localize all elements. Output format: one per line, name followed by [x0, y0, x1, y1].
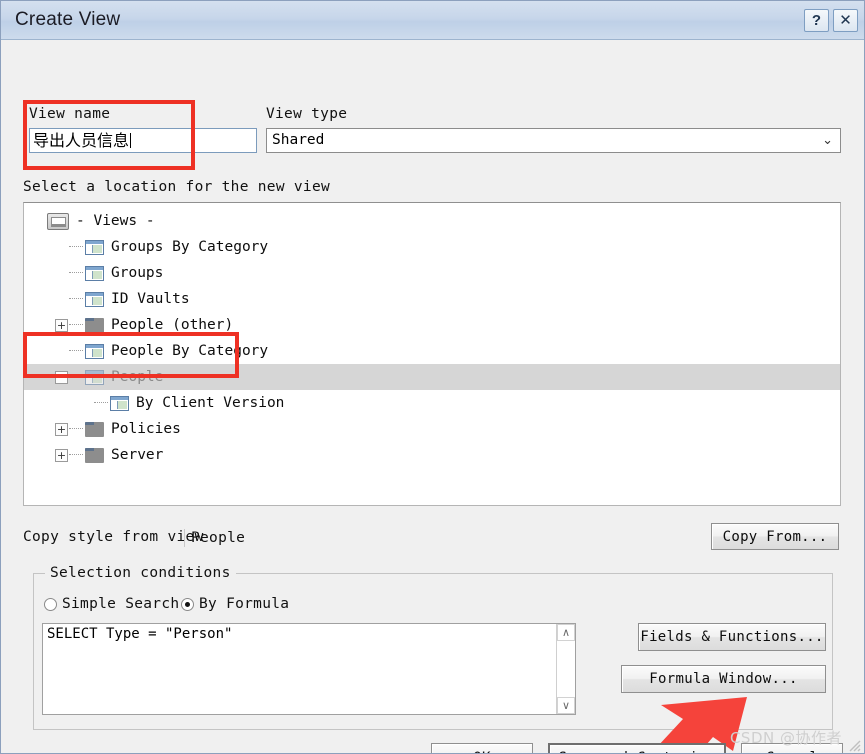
tree-connector	[94, 402, 108, 404]
tree-node-label: Groups	[111, 265, 164, 281]
copy-style-label: Copy style from view	[23, 529, 204, 545]
view-identity-row: View name 导出人员信息 View type Shared ⌄	[1, 40, 864, 170]
tree-node-label: ID Vaults	[111, 291, 190, 307]
tree-connector	[69, 324, 83, 326]
view-icon	[85, 343, 104, 359]
tree-node[interactable]: + Policies	[24, 416, 840, 442]
tree-node[interactable]: - Views -	[24, 208, 840, 234]
view-name-value: 导出人员信息	[33, 131, 130, 150]
folder-icon	[85, 317, 104, 333]
scroll-down-icon[interactable]: ∨	[557, 697, 575, 714]
save-and-customize-button[interactable]: Save and Customize	[548, 743, 726, 753]
folder-icon	[85, 421, 104, 437]
resize-grip-icon[interactable]	[847, 738, 861, 752]
tree-connector	[69, 298, 83, 300]
help-icon[interactable]: ?	[804, 8, 829, 32]
tree-node-label: People (other)	[111, 317, 234, 333]
tree-connector	[69, 350, 83, 352]
scroll-up-icon[interactable]: ∧	[557, 624, 575, 641]
tree-node-label: People By Category	[111, 343, 269, 359]
radio-by-formula-label: By Formula	[199, 596, 290, 612]
tree-node[interactable]: People By Category	[24, 338, 840, 364]
tree-connector	[69, 376, 83, 378]
view-location-tree[interactable]: - Views - Groups By Category Groups ID Vaul…	[23, 202, 841, 506]
view-name-input[interactable]: 导出人员信息	[29, 128, 257, 153]
tree-node[interactable]: By Client Version	[24, 390, 840, 416]
tree-connector	[69, 454, 83, 456]
tree-node[interactable]: + Server	[24, 442, 840, 468]
fields-and-functions-button[interactable]: Fields & Functions...	[638, 623, 826, 651]
radio-simple-search-indicator	[44, 597, 57, 611]
view-icon	[85, 239, 104, 255]
title-bar: Create View ? ✕	[1, 1, 864, 40]
window-title: Create View	[15, 9, 121, 30]
view-type-value: Shared	[272, 132, 325, 148]
folder-icon	[85, 447, 104, 463]
tree-node[interactable]: + People (other)	[24, 312, 840, 338]
view-icon	[85, 291, 104, 307]
tree-node-label: - Views -	[76, 213, 155, 229]
copy-style-value: People	[184, 529, 245, 547]
tree-node-label: Policies	[111, 421, 181, 437]
tree-connector	[69, 428, 83, 430]
close-icon[interactable]: ✕	[833, 8, 858, 32]
tree-node[interactable]: ID Vaults	[24, 286, 840, 312]
tree-node-label: Server	[111, 447, 164, 463]
text-caret	[130, 133, 132, 148]
tree-node-label: Groups By Category	[111, 239, 269, 255]
copy-from-button[interactable]: Copy From...	[711, 523, 839, 550]
tree-node-label: People	[111, 369, 164, 385]
dialog-body: View name 导出人员信息 View type Shared ⌄ Sele…	[1, 40, 864, 753]
tree-node-label: By Client Version	[136, 395, 285, 411]
view-type-select[interactable]: Shared ⌄	[266, 128, 841, 153]
radio-by-formula-indicator	[181, 597, 194, 611]
create-view-dialog: Create View ? ✕ View name 导出人员信息 View ty…	[0, 0, 865, 754]
formula-editor[interactable]: SELECT Type = "Person" ∧ ∨	[42, 623, 576, 715]
tree-collapse-icon[interactable]: −	[55, 370, 68, 384]
tree-node[interactable]: Groups By Category	[24, 234, 840, 260]
selection-conditions-legend: Selection conditions	[45, 565, 236, 581]
ok-button[interactable]: OK	[431, 743, 533, 753]
radio-simple-search-label: Simple Search	[62, 596, 180, 612]
view-name-label: View name	[29, 106, 111, 122]
tree-node[interactable]: Groups	[24, 260, 840, 286]
formula-window-button[interactable]: Formula Window...	[621, 665, 826, 693]
tree-expand-icon[interactable]: +	[55, 448, 68, 462]
tree-node[interactable]: − People	[24, 364, 840, 390]
formula-scrollbar[interactable]: ∧ ∨	[556, 624, 575, 714]
view-icon	[85, 265, 104, 281]
chevron-down-icon: ⌄	[822, 133, 833, 148]
view-icon	[85, 369, 104, 385]
view-type-label: View type	[266, 106, 348, 122]
cancel-button[interactable]: Cancel	[741, 743, 843, 753]
tree-connector	[69, 246, 83, 248]
view-icon	[110, 395, 129, 411]
select-location-label: Select a location for the new view	[23, 179, 331, 195]
formula-text[interactable]: SELECT Type = "Person"	[43, 624, 556, 714]
radio-simple-search[interactable]: Simple Search	[44, 596, 179, 612]
views-root-icon	[47, 212, 69, 230]
tree-expand-icon[interactable]: +	[55, 422, 68, 436]
radio-by-formula[interactable]: By Formula	[181, 596, 289, 612]
tree-expand-icon[interactable]: +	[55, 318, 68, 332]
tree-connector	[69, 272, 83, 274]
